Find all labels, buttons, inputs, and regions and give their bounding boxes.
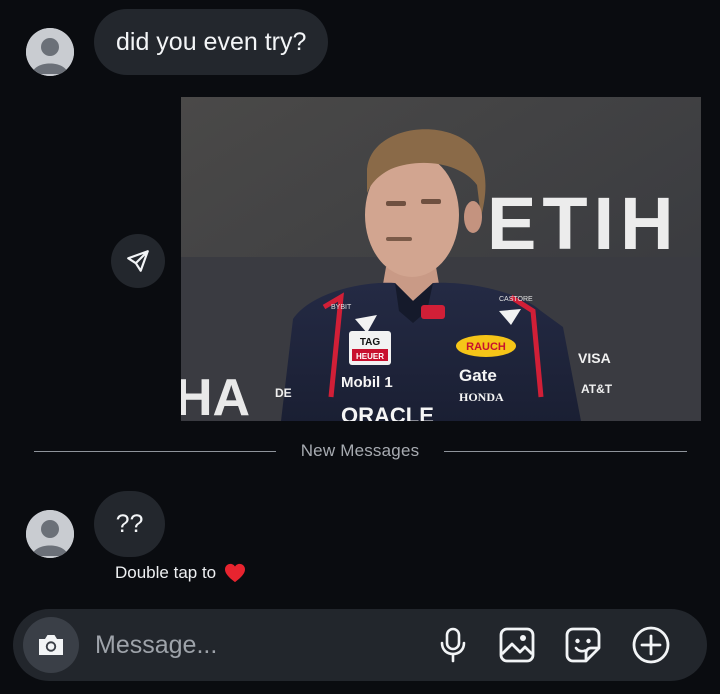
heart-icon — [225, 563, 246, 583]
shared-video[interactable]: ETIH HA TAG HEUER RAUCH Mobil 1 Gate HON… — [181, 97, 701, 421]
sponsor-bybit: BYBIT — [331, 304, 352, 311]
default-avatar-icon — [26, 510, 74, 558]
backdrop-text-lower: HA — [181, 369, 250, 421]
reaction-hint-text: Double tap to — [115, 563, 217, 582]
message-bubble-incoming[interactable]: did you even try? — [94, 9, 329, 75]
avatar[interactable] — [26, 28, 74, 76]
sponsor-de: DE — [275, 386, 292, 400]
message-text: ?? — [115, 510, 144, 538]
new-messages-divider: New Messages — [0, 438, 720, 466]
backdrop-text: ETIH — [487, 182, 680, 265]
sticker-button[interactable] — [563, 625, 603, 665]
message-composer — [13, 609, 707, 681]
sponsor-castore: CASTORE — [499, 296, 533, 303]
sponsor-mobil: Mobil 1 — [341, 374, 393, 391]
sponsor-oracle: ORACLE — [341, 403, 434, 421]
paper-plane-icon — [127, 250, 149, 272]
divider-line-right — [444, 451, 687, 452]
message-bubble-incoming[interactable]: ?? — [94, 491, 165, 557]
avatar[interactable] — [26, 510, 74, 558]
chat-screen: did you even try? ETIH HA TAG HEUER RAUC… — [0, 0, 720, 694]
sponsor-rauch: RAUCH — [466, 341, 506, 353]
message-text: did you even try? — [116, 28, 307, 56]
message-input[interactable] — [95, 625, 395, 665]
sponsor-att: AT&T — [581, 382, 613, 396]
camera-button[interactable] — [23, 617, 79, 673]
svg-text:TAG: TAG — [360, 337, 381, 348]
reaction-hint[interactable]: Double tap to — [115, 563, 246, 583]
share-button[interactable] — [111, 234, 165, 288]
more-options-button[interactable] — [631, 625, 671, 665]
plus-circle-icon — [632, 626, 670, 664]
svg-text:HEUER: HEUER — [356, 352, 384, 361]
sponsor-honda: HONDA — [459, 390, 504, 404]
sponsor-gate: Gate — [459, 366, 497, 385]
camera-icon — [39, 635, 63, 655]
gallery-button[interactable] — [497, 625, 537, 665]
sponsor-visa: VISA — [578, 350, 611, 366]
sticker-icon — [565, 627, 601, 663]
voice-message-button[interactable] — [433, 625, 473, 665]
default-avatar-icon — [26, 28, 74, 76]
video-frame-image: ETIH HA TAG HEUER RAUCH Mobil 1 Gate HON… — [181, 97, 701, 421]
microphone-icon — [440, 627, 466, 663]
gallery-icon — [499, 627, 535, 663]
